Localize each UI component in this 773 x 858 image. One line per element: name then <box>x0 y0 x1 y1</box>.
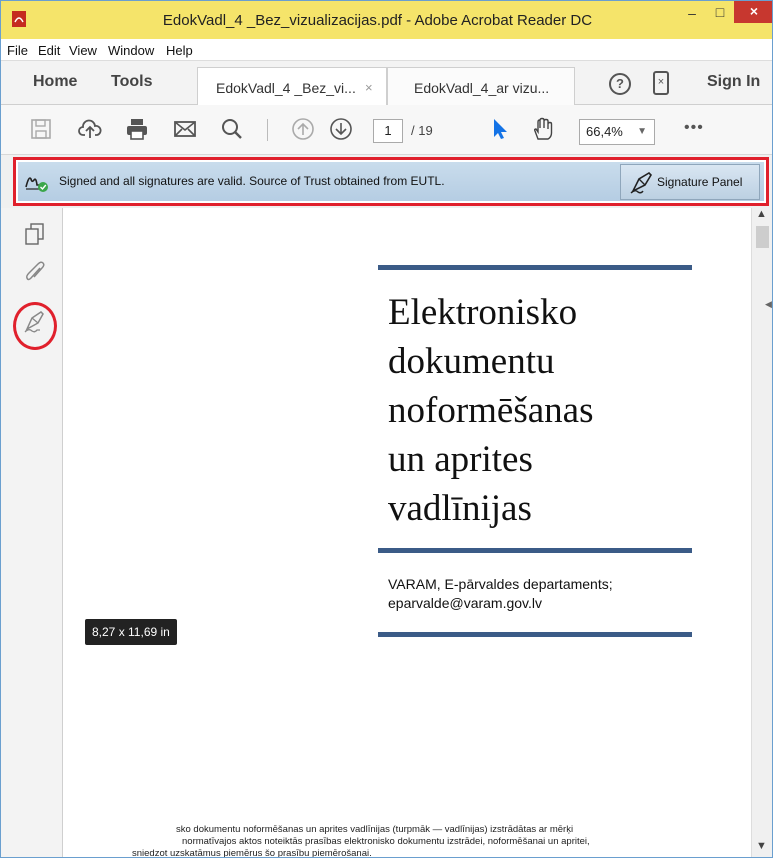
tools-tab[interactable]: Tools <box>111 73 152 91</box>
author-email: eparvalde@varam.gov.lv <box>388 595 543 611</box>
home-tab[interactable]: Home <box>33 73 77 91</box>
menu-bar: File Edit View Window Help <box>1 39 772 61</box>
document-tab-label: EdokVadl_4_ar vizu... <box>414 80 550 96</box>
signature-bar: Signed and all signatures are valid. Sou… <box>13 157 769 206</box>
select-cursor-icon[interactable] <box>488 117 512 141</box>
footnote-line: sniedzot uzskatāmus piemērus šo prasību … <box>132 848 372 858</box>
search-icon[interactable] <box>220 117 244 141</box>
document-tab-label: EdokVadl_4 _Bez_vi... <box>216 80 356 96</box>
page-thumbnails-icon[interactable] <box>23 222 47 248</box>
chevron-down-icon: ▼ <box>637 126 647 137</box>
signature-status-message: Signed and all signatures are valid. Sou… <box>59 174 445 188</box>
fountain-pen-icon <box>630 171 653 194</box>
email-icon[interactable] <box>173 117 197 141</box>
title-line: vadlīnijas <box>388 488 532 529</box>
document-viewport[interactable]: Elektronisko dokumentu noformēšanas un a… <box>63 208 751 857</box>
pdf-page: Elektronisko dokumentu noformēšanas un a… <box>78 208 741 857</box>
signature-panel-button[interactable]: Signature Panel <box>620 164 760 200</box>
valid-signature-icon <box>25 177 48 192</box>
navigation-panel: ◀ <box>1 208 74 857</box>
bottom-rule <box>378 632 692 637</box>
title-bar: EdokVadl_4 _Bez_vizualizacijas.pdf - Ado… <box>1 1 772 39</box>
save-icon[interactable] <box>29 117 53 141</box>
scroll-up-icon[interactable]: ▲ <box>756 208 767 220</box>
print-icon[interactable] <box>125 117 149 141</box>
page-up-icon[interactable] <box>291 117 315 141</box>
signature-panel-label: Signature Panel <box>657 175 743 189</box>
maximize-button[interactable]: □ <box>707 4 733 28</box>
acrobat-window: EdokVadl_4 _Bez_vizualizacijas.pdf - Ado… <box>0 0 773 858</box>
page-size-tooltip: 8,27 x 11,69 in <box>85 619 177 645</box>
page-total: / 19 <box>411 123 433 138</box>
menu-file[interactable]: File <box>7 43 28 58</box>
title-line: un aprites <box>388 439 533 480</box>
menu-window[interactable]: Window <box>108 43 154 58</box>
document-footnote: sko dokumentu noformēšanas un aprites va… <box>132 824 696 857</box>
zoom-select[interactable]: 66,4% ▼ <box>579 119 655 145</box>
menu-help[interactable]: Help <box>166 43 193 58</box>
toolbar: 1 / 19 66,4% ▼ ••• <box>1 105 772 155</box>
upload-icon[interactable] <box>78 117 102 141</box>
scroll-down-icon[interactable]: ▼ <box>756 840 767 852</box>
menu-view[interactable]: View <box>69 43 97 58</box>
footnote-line: normatīvajos aktos noteiktās prasības el… <box>182 836 590 847</box>
page-number-input[interactable]: 1 <box>373 119 403 143</box>
middle-rule <box>378 548 692 553</box>
scroll-thumb[interactable] <box>756 226 769 248</box>
attachments-icon[interactable] <box>23 260 47 286</box>
hand-icon[interactable] <box>531 117 555 141</box>
more-tools-icon[interactable]: ••• <box>684 119 704 137</box>
document-author: VARAM, E-pārvaldes departaments; eparval… <box>388 575 613 613</box>
zoom-value: 66,4% <box>586 124 623 139</box>
document-tab-active[interactable]: EdokVadl_4 _Bez_vi... × <box>197 67 387 105</box>
footnote-line: sko dokumentu noformēšanas un aprites va… <box>176 824 574 835</box>
window-title: EdokVadl_4 _Bez_vizualizacijas.pdf - Ado… <box>162 12 593 29</box>
tab-close-icon[interactable]: × <box>365 80 373 95</box>
right-panel-toggle-icon[interactable]: ◀ <box>765 299 772 310</box>
page-down-icon[interactable] <box>329 117 353 141</box>
author-department: VARAM, E-pārvaldes departaments; <box>388 576 613 592</box>
toolbar-separator <box>267 119 268 141</box>
top-rule <box>378 265 692 270</box>
signatures-highlight-circle <box>13 302 57 350</box>
title-line: noformēšanas <box>388 390 594 431</box>
title-line: dokumentu <box>388 341 555 382</box>
minimize-button[interactable]: – <box>679 5 705 29</box>
document-tab-inactive[interactable]: EdokVadl_4_ar vizu... <box>387 67 575 105</box>
tab-bar: Home Tools EdokVadl_4 _Bez_vi... × EdokV… <box>1 61 772 105</box>
document-title: Elektronisko dokumentu noformēšanas un a… <box>388 288 688 533</box>
sign-in-button[interactable]: Sign In <box>707 73 760 91</box>
signature-bar-background: Signed and all signatures are valid. Sou… <box>18 162 764 201</box>
title-line: Elektronisko <box>388 292 578 333</box>
help-icon[interactable]: ? <box>609 73 631 95</box>
mobile-link-icon[interactable]: × <box>653 71 669 95</box>
menu-edit[interactable]: Edit <box>38 43 60 58</box>
close-button[interactable]: × <box>734 1 772 23</box>
